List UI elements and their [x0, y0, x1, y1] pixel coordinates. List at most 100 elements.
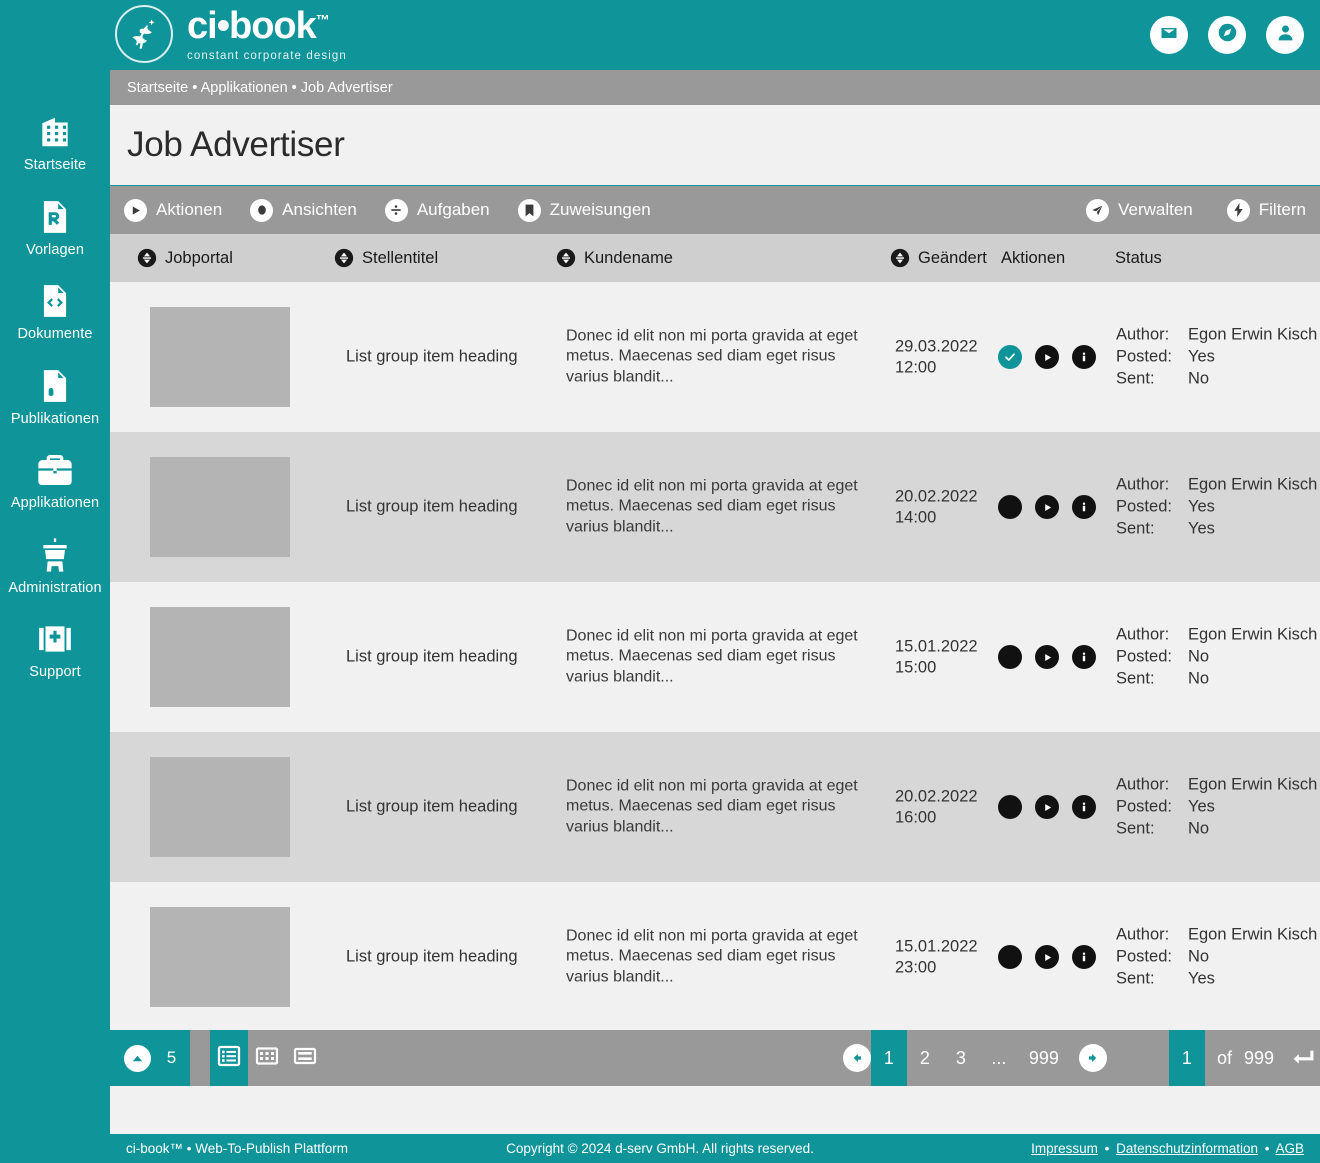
table-header: Jobportal Stellentitel Kundename Geänder… — [110, 234, 1320, 282]
status-label-posted: Posted: — [1116, 347, 1172, 366]
column-header-kundename[interactable]: Kundename — [556, 234, 673, 282]
logo[interactable]: ci•book™ constant corporate design — [115, 5, 347, 63]
sort-icon — [334, 248, 354, 268]
info-circle-icon[interactable] — [1072, 345, 1096, 369]
row-date-time: 15:00 — [895, 658, 937, 676]
page-number-1[interactable]: 1 — [870, 1030, 907, 1086]
compass-button[interactable] — [1208, 16, 1246, 54]
row-actions — [998, 645, 1096, 669]
sidebar-item-vorlagen[interactable]: Vorlagen — [0, 197, 110, 258]
sidebar: Startseite Vorlagen Dokumente Publikatio… — [0, 0, 110, 1163]
status-value-sent: No — [1188, 818, 1210, 837]
page-input[interactable]: 1 — [1168, 1030, 1205, 1086]
info-circle-icon[interactable] — [1072, 795, 1096, 819]
per-page-value: 5 — [166, 1048, 177, 1067]
column-header-aktionen: Aktionen — [1001, 234, 1065, 282]
view-mode-list[interactable] — [210, 1030, 248, 1086]
status-value-sent: Yes — [1188, 968, 1215, 987]
footer-link-agb[interactable]: AGB — [1275, 1141, 1304, 1156]
circle-icon[interactable] — [998, 645, 1022, 669]
arrow-right-circle-icon[interactable] — [1078, 1044, 1107, 1072]
sidebar-item-publikationen[interactable]: Publikationen — [0, 366, 110, 427]
toolbar-button-label: Aufgaben — [416, 200, 490, 219]
toolbar-button-label: Verwalten — [1118, 200, 1193, 219]
footer-link-datenschutz[interactable]: Datenschutzinformation — [1116, 1141, 1258, 1156]
per-page-selector[interactable]: 5 — [110, 1030, 190, 1086]
breadcrumb-text: Startseite • Applikationen • Job Adverti… — [127, 79, 393, 96]
user-account-button[interactable] — [1266, 16, 1304, 54]
list-view-icon — [217, 1044, 241, 1073]
play-circle-icon[interactable] — [1035, 795, 1059, 819]
sidebar-item-label: Support — [29, 664, 81, 680]
arrow-left-circle-icon[interactable] — [842, 1044, 871, 1072]
status-label-sent: Sent: — [1116, 668, 1155, 687]
row-date: 29.03.2022 12:00 — [895, 336, 978, 377]
table-row[interactable]: List group item heading Donec id elit no… — [110, 732, 1320, 882]
column-header-stellentitel[interactable]: Stellentitel — [334, 234, 438, 282]
status-label-posted: Posted: — [1116, 647, 1172, 666]
play-circle-icon[interactable] — [1035, 345, 1059, 369]
toolbar-button-label: Aktionen — [156, 200, 223, 219]
status-value-sent: Yes — [1188, 518, 1215, 537]
toolbar-button-aktionen[interactable]: Aktionen — [124, 198, 223, 222]
play-circle-icon[interactable] — [1035, 495, 1059, 519]
info-circle-icon[interactable] — [1072, 945, 1096, 969]
status-label-author: Author: — [1116, 925, 1170, 944]
toolbar: Aktionen Ansichten Aufgaben Zuweisungen — [110, 186, 1320, 234]
sidebar-item-applikationen[interactable]: Applikationen — [0, 450, 110, 511]
page-number-2[interactable]: 2 — [907, 1030, 943, 1086]
table-row[interactable]: List group item heading Donec id elit no… — [110, 882, 1320, 1032]
page-number-3[interactable]: 3 — [943, 1030, 979, 1086]
circle-icon[interactable] — [998, 495, 1022, 519]
circle-icon[interactable] — [998, 795, 1022, 819]
page-ellipsis: ... — [991, 1047, 1007, 1068]
status-value-author: Egon Erwin Kisch — [1188, 325, 1318, 344]
sidebar-item-startseite[interactable]: Startseite — [0, 112, 110, 173]
circle-icon[interactable] — [998, 945, 1022, 969]
toolbar-button-filtern[interactable]: Filtern — [1226, 198, 1306, 222]
check-circle-icon[interactable] — [998, 345, 1022, 369]
sidebar-item-dokumente[interactable]: Dokumente — [0, 281, 110, 342]
play-circle-icon — [124, 198, 147, 222]
footer-link-impressum[interactable]: Impressum — [1031, 1141, 1098, 1156]
column-header-label: Status — [1115, 248, 1162, 267]
row-description: Donec id elit non mi porta gravida at eg… — [566, 327, 858, 386]
status-value-author: Egon Erwin Kisch — [1188, 475, 1318, 494]
row-actions — [998, 345, 1096, 369]
column-header-jobportal[interactable]: Jobportal — [137, 234, 233, 282]
sort-icon — [556, 248, 576, 268]
row-date-day: 20.02.2022 — [895, 487, 978, 506]
column-header-label: Stellentitel — [362, 248, 439, 267]
view-mode-split[interactable] — [286, 1030, 324, 1086]
page-footer: ci-book™ • Web-To-Publish Plattform Copy… — [0, 1134, 1320, 1163]
sidebar-item-label: Administration — [8, 579, 102, 596]
row-date: 20.02.2022 16:00 — [895, 786, 978, 827]
sidebar-item-administration[interactable]: Administration — [0, 535, 110, 596]
mail-icon — [1159, 23, 1179, 48]
toolbar-button-aufgaben[interactable]: Aufgaben — [384, 198, 490, 222]
toolbar-button-ansichten[interactable]: Ansichten — [250, 198, 357, 222]
info-circle-icon[interactable] — [1072, 645, 1096, 669]
column-header-geaendert[interactable]: Geändert — [890, 234, 987, 282]
toolbar-button-verwalten[interactable]: Verwalten — [1086, 198, 1193, 222]
play-circle-icon[interactable] — [1035, 645, 1059, 669]
row-title: List group item heading — [346, 947, 518, 966]
play-circle-icon[interactable] — [1035, 945, 1059, 969]
pagination-controls: 1 2 3 ... 999 1 of 999 — [842, 1030, 1320, 1086]
enter-key-icon[interactable] — [1286, 1047, 1320, 1069]
chevron-up-circle-icon — [123, 1044, 151, 1072]
status-value-posted: Yes — [1188, 497, 1215, 516]
toolbox-icon — [35, 450, 75, 490]
page-number-last[interactable]: 999 — [1019, 1030, 1069, 1086]
view-mode-grid[interactable] — [248, 1030, 286, 1086]
sort-icon — [137, 248, 157, 268]
toolbar-button-zuweisungen[interactable]: Zuweisungen — [517, 198, 651, 222]
sidebar-item-support[interactable]: Support — [0, 619, 110, 680]
breadcrumb[interactable]: Startseite • Applikationen • Job Adverti… — [110, 70, 1320, 105]
mail-button[interactable] — [1150, 16, 1188, 54]
info-circle-icon[interactable] — [1072, 495, 1096, 519]
row-description: Donec id elit non mi porta gravida at eg… — [566, 627, 858, 686]
table-row[interactable]: List group item heading Donec id elit no… — [110, 282, 1320, 432]
table-row[interactable]: List group item heading Donec id elit no… — [110, 432, 1320, 582]
table-row[interactable]: List group item heading Donec id elit no… — [110, 582, 1320, 732]
